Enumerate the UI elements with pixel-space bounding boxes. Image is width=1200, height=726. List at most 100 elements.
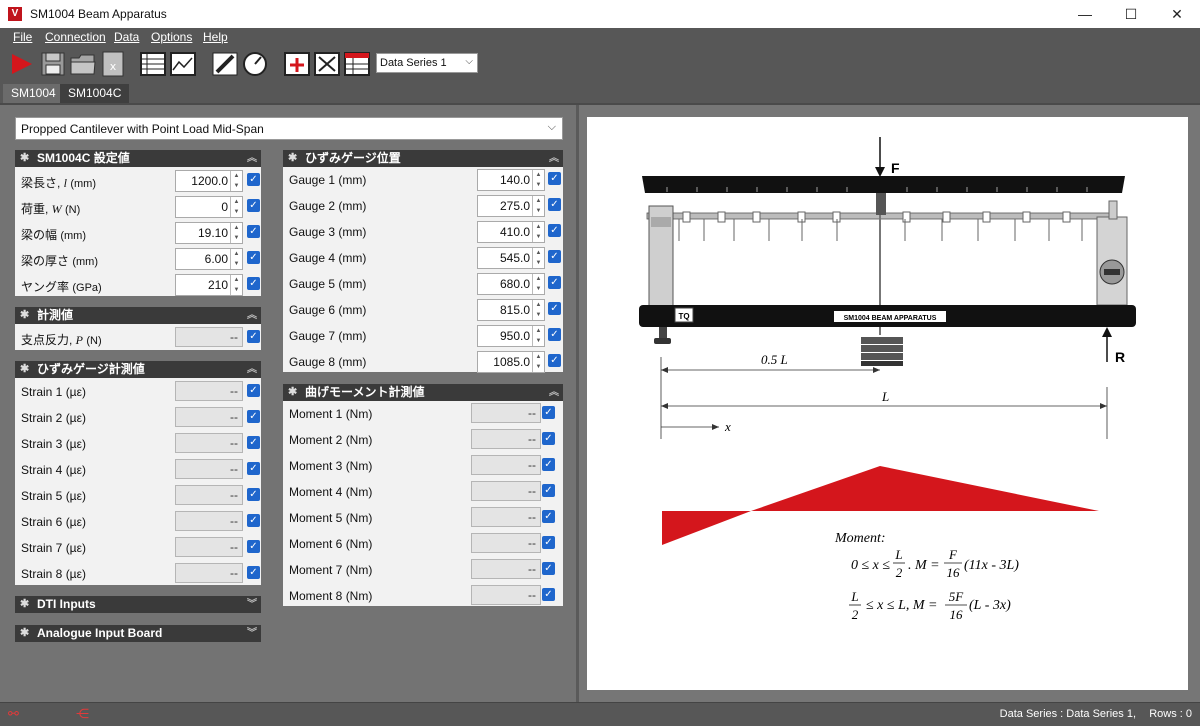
- menu-data[interactable]: Data: [114, 30, 139, 44]
- checkbox[interactable]: ✓: [247, 330, 260, 343]
- share-icon[interactable]: ⋲: [76, 706, 89, 722]
- collapse-icon[interactable]: ︽: [247, 361, 257, 378]
- dti-panel[interactable]: ✱ DTI Inputs ︾: [15, 596, 261, 613]
- table-icon[interactable]: [140, 50, 166, 78]
- beam-thickness-input[interactable]: 6.00 ▲ ▼: [175, 248, 243, 270]
- spinner-arrows-icon[interactable]: ▲ ▼: [230, 171, 242, 191]
- minimize-button[interactable]: —: [1062, 0, 1108, 28]
- spinner-arrows-icon[interactable]: ▲ ▼: [532, 222, 544, 242]
- spinner-arrows-icon[interactable]: ▲ ▼: [230, 249, 242, 269]
- gauge-position-input[interactable]: 140.0 ▲ ▼: [477, 169, 545, 191]
- spinner-arrows-icon[interactable]: ▲ ▼: [532, 196, 544, 216]
- checkbox[interactable]: ✓: [247, 462, 260, 475]
- menu-connection[interactable]: Connection: [45, 30, 106, 44]
- collapse-icon[interactable]: ︽: [247, 150, 257, 167]
- menu-help[interactable]: Help: [203, 30, 228, 44]
- checkbox[interactable]: ✓: [542, 510, 555, 523]
- setting-label: ヤング率 (GPa): [21, 280, 102, 294]
- youngs-modulus-input[interactable]: 210 ▲ ▼: [175, 274, 243, 296]
- checkbox[interactable]: ✓: [247, 173, 260, 186]
- close-button[interactable]: ✕: [1154, 0, 1200, 28]
- pencil-icon[interactable]: [212, 50, 238, 78]
- checkbox[interactable]: ✓: [247, 384, 260, 397]
- export-excel-icon[interactable]: x: [100, 50, 126, 78]
- delete-icon[interactable]: [314, 50, 340, 78]
- spinner-arrows-icon[interactable]: ▲ ▼: [532, 170, 544, 190]
- checkbox[interactable]: ✓: [247, 277, 260, 290]
- table-series-icon[interactable]: [344, 50, 370, 78]
- checkbox[interactable]: ✓: [247, 251, 260, 264]
- menu-file[interactable]: File: [13, 30, 32, 44]
- checkbox[interactable]: ✓: [548, 250, 561, 263]
- spinner-arrows-icon[interactable]: ▲ ▼: [230, 197, 242, 217]
- checkbox[interactable]: ✓: [247, 199, 260, 212]
- checkbox[interactable]: ✓: [542, 484, 555, 497]
- series-select[interactable]: Data Series 1 ⌵: [376, 53, 478, 73]
- dti-header[interactable]: ✱ DTI Inputs ︾: [15, 596, 261, 613]
- open-folder-icon[interactable]: [70, 50, 96, 78]
- settings-header[interactable]: ✱ SM1004C 設定値 ︽: [15, 150, 261, 167]
- play-icon[interactable]: [8, 50, 34, 78]
- spinner-arrows-icon[interactable]: ▲ ▼: [230, 223, 242, 243]
- checkbox[interactable]: ✓: [542, 432, 555, 445]
- collapse-icon[interactable]: ︽: [549, 384, 559, 401]
- gauge-position-input[interactable]: 410.0 ▲ ▼: [477, 221, 545, 243]
- checkbox[interactable]: ✓: [548, 172, 561, 185]
- checkbox[interactable]: ✓: [542, 406, 555, 419]
- maximize-button[interactable]: ☐: [1108, 0, 1154, 28]
- collapse-icon[interactable]: ︽: [549, 150, 559, 167]
- beam-width-input[interactable]: 19.10 ▲ ▼: [175, 222, 243, 244]
- expand-icon[interactable]: ︾: [247, 625, 257, 642]
- checkbox[interactable]: ✓: [542, 458, 555, 471]
- toolbar: x Data Series 1 ⌵: [0, 46, 1200, 82]
- checkbox[interactable]: ✓: [247, 488, 260, 501]
- eq2-coef-num: 5F: [949, 589, 965, 604]
- checkbox[interactable]: ✓: [542, 588, 555, 601]
- checkbox[interactable]: ✓: [247, 540, 260, 553]
- checkbox[interactable]: ✓: [548, 302, 561, 315]
- gauge-position-input[interactable]: 1085.0 ▲ ▼: [477, 351, 545, 373]
- checkbox[interactable]: ✓: [548, 354, 561, 367]
- gauge-position-input[interactable]: 950.0 ▲ ▼: [477, 325, 545, 347]
- spinner-arrows-icon[interactable]: ▲ ▼: [532, 300, 544, 320]
- checkbox[interactable]: ✓: [542, 536, 555, 549]
- load-input[interactable]: 0 ▲ ▼: [175, 196, 243, 218]
- spinner-arrows-icon[interactable]: ▲ ▼: [532, 352, 544, 372]
- gauge-position-input[interactable]: 815.0 ▲ ▼: [477, 299, 545, 321]
- configuration-select[interactable]: Propped Cantilever with Point Load Mid-S…: [15, 117, 563, 140]
- spinner-arrows-icon[interactable]: ▲ ▼: [532, 274, 544, 294]
- spinner-arrows-icon[interactable]: ▲ ▼: [230, 275, 242, 295]
- checkbox[interactable]: ✓: [548, 328, 561, 341]
- measured-header[interactable]: ✱ 計測値 ︽: [15, 307, 261, 324]
- checkbox[interactable]: ✓: [247, 410, 260, 423]
- menu-options[interactable]: Options: [151, 30, 192, 44]
- checkbox[interactable]: ✓: [247, 225, 260, 238]
- analogue-panel[interactable]: ✱ Analogue Input Board ︾: [15, 625, 261, 642]
- spinner-arrows-icon[interactable]: ▲ ▼: [532, 326, 544, 346]
- collapse-icon[interactable]: ︽: [247, 307, 257, 324]
- gauge-position-header[interactable]: ✱ ひずみゲージ位置 ︽: [283, 150, 563, 167]
- save-icon[interactable]: [40, 50, 66, 78]
- checkbox[interactable]: ✓: [548, 198, 561, 211]
- tab-sm1004[interactable]: SM1004: [3, 84, 64, 103]
- gauge-row: Gauge 4 (mm) 545.0 ▲ ▼ ✓: [283, 245, 563, 271]
- gauge-icon[interactable]: [242, 50, 268, 78]
- spinner-arrows-icon[interactable]: ▲ ▼: [532, 248, 544, 268]
- checkbox[interactable]: ✓: [247, 436, 260, 449]
- checkbox[interactable]: ✓: [548, 276, 561, 289]
- expand-icon[interactable]: ︾: [247, 596, 257, 613]
- checkbox[interactable]: ✓: [542, 562, 555, 575]
- checkbox[interactable]: ✓: [247, 514, 260, 527]
- chart-icon[interactable]: [170, 50, 196, 78]
- beam-length-input[interactable]: 1200.0 ▲ ▼: [175, 170, 243, 192]
- checkbox[interactable]: ✓: [548, 224, 561, 237]
- tab-sm1004c[interactable]: SM1004C: [60, 84, 130, 103]
- add-row-icon[interactable]: [284, 50, 310, 78]
- strain-header[interactable]: ✱ ひずみゲージ計測値 ︽: [15, 361, 261, 378]
- gauge-position-input[interactable]: 275.0 ▲ ▼: [477, 195, 545, 217]
- gauge-position-input[interactable]: 680.0 ▲ ▼: [477, 273, 545, 295]
- checkbox[interactable]: ✓: [247, 566, 260, 579]
- gauge-position-input[interactable]: 545.0 ▲ ▼: [477, 247, 545, 269]
- moment-header[interactable]: ✱ 曲げモーメント計測値 ︽: [283, 384, 563, 401]
- analogue-header[interactable]: ✱ Analogue Input Board ︾: [15, 625, 261, 642]
